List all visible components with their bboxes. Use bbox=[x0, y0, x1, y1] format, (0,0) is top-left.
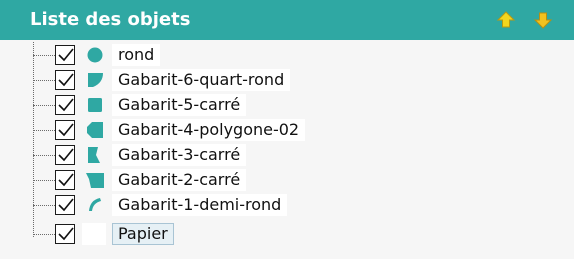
item-label[interactable]: Gabarit-6-quart-rond bbox=[112, 69, 291, 91]
checkmark-icon bbox=[58, 48, 74, 62]
list-item[interactable]: Gabarit-5-carré bbox=[0, 93, 574, 117]
item-label[interactable]: rond bbox=[112, 44, 161, 66]
item-label[interactable]: Gabarit-1-demi-rond bbox=[112, 194, 288, 216]
half-round-icon bbox=[89, 198, 101, 211]
checkmark-icon bbox=[58, 173, 74, 187]
visibility-checkbox[interactable] bbox=[55, 145, 75, 165]
checkmark-icon bbox=[58, 148, 74, 162]
item-label[interactable]: Gabarit-3-carré bbox=[112, 144, 247, 166]
list-item[interactable]: Gabarit-1-demi-rond bbox=[0, 193, 574, 217]
object-list-panel: Liste des objets rond Gabarit-6-quart-ro… bbox=[0, 0, 574, 259]
panel-title: Liste des objets bbox=[30, 9, 191, 30]
visibility-checkbox[interactable] bbox=[55, 45, 75, 65]
square-icon bbox=[88, 98, 102, 112]
circle-icon bbox=[87, 47, 103, 63]
list-item[interactable]: Gabarit-2-carré bbox=[0, 168, 574, 192]
item-label[interactable]: Papier bbox=[112, 223, 174, 245]
list-item-selected[interactable]: Papier bbox=[0, 220, 574, 245]
polygon-icon bbox=[87, 122, 103, 138]
panel-header: Liste des objets bbox=[0, 0, 574, 40]
checkmark-icon bbox=[58, 123, 74, 137]
visibility-checkbox[interactable] bbox=[55, 170, 75, 190]
notched-square-icon bbox=[88, 147, 100, 163]
checkmark-icon bbox=[58, 73, 74, 87]
arrow-up-icon bbox=[496, 11, 516, 28]
move-up-button[interactable] bbox=[495, 9, 517, 31]
list-item[interactable]: Gabarit-4-polygone-02 bbox=[0, 118, 574, 142]
checkmark-icon bbox=[58, 198, 74, 212]
move-down-button[interactable] bbox=[532, 9, 554, 31]
visibility-checkbox[interactable] bbox=[55, 195, 75, 215]
visibility-checkbox[interactable] bbox=[55, 224, 75, 244]
arrow-down-icon bbox=[533, 12, 553, 29]
visibility-checkbox[interactable] bbox=[55, 120, 75, 140]
checkmark-icon bbox=[58, 98, 74, 112]
visibility-checkbox[interactable] bbox=[55, 70, 75, 90]
item-label[interactable]: Gabarit-5-carré bbox=[112, 94, 247, 116]
trapezoid-icon bbox=[86, 173, 104, 188]
item-label[interactable]: Gabarit-4-polygone-02 bbox=[112, 119, 306, 141]
item-label[interactable]: Gabarit-2-carré bbox=[112, 169, 247, 191]
list-item[interactable]: Gabarit-6-quart-rond bbox=[0, 68, 574, 92]
list-item[interactable]: Gabarit-3-carré bbox=[0, 143, 574, 167]
checkmark-icon bbox=[58, 227, 74, 241]
list-item[interactable]: rond bbox=[0, 43, 574, 67]
blank-icon bbox=[82, 223, 106, 245]
visibility-checkbox[interactable] bbox=[55, 95, 75, 115]
quarter-round-icon bbox=[88, 73, 103, 87]
